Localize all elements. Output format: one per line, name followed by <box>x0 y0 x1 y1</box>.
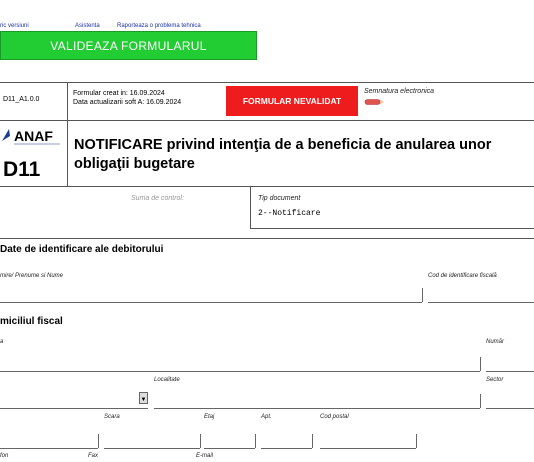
section-debtor-title: Date de identificare ale debitorului <box>0 244 164 255</box>
floor-label: Etaj <box>204 414 215 420</box>
link-history[interactable]: ric versiuni <box>0 23 29 29</box>
postal-code-field[interactable] <box>320 448 416 449</box>
updated-date: Data actualizarii soft A: 16.09.2024 <box>73 99 182 106</box>
anaf-logo: ANAF <box>2 128 60 145</box>
phone-label: fon <box>0 453 9 459</box>
name-label: mire/ Prenume si Nume <box>0 273 64 279</box>
sector-label: Sector <box>486 377 504 383</box>
signature-label: Semnatura electronica <box>364 88 435 95</box>
county-dropdown[interactable]: ▼ <box>139 392 148 404</box>
validate-form-button[interactable]: VALIDEAZA FORMULARUL <box>0 31 257 60</box>
form-status-badge: FORMULAR NEVALIDAT <box>226 86 358 116</box>
fax-label: Fax <box>88 453 99 459</box>
control-sum-label: Suma de control: <box>131 195 184 202</box>
pen-icon[interactable] <box>364 98 384 106</box>
doc-type-value[interactable]: 2--Notificare <box>258 209 320 218</box>
block-field[interactable] <box>0 448 98 449</box>
name-field[interactable] <box>0 302 422 303</box>
number-label: Număr <box>486 339 505 345</box>
doc-type-label: Tip document <box>258 195 301 202</box>
chevron-down-icon: ▼ <box>140 397 147 403</box>
locality-label: Localitate <box>154 377 180 383</box>
form-code: D11 <box>3 158 41 181</box>
cif-label: Cod de identificare fiscală <box>428 273 497 279</box>
street-label: a <box>0 339 4 345</box>
sector-field[interactable] <box>486 408 534 409</box>
staircase-label: Scara <box>104 414 120 420</box>
form-version: D11_A1.0.0 <box>3 96 40 103</box>
street-field[interactable] <box>0 371 480 372</box>
postal-code-label: Cod postal <box>320 414 349 420</box>
cif-field[interactable] <box>428 302 534 303</box>
number-field[interactable] <box>486 371 534 372</box>
apartment-label: Apt. <box>261 414 272 420</box>
email-label: E-mail <box>196 453 214 459</box>
floor-field[interactable] <box>204 448 255 449</box>
county-field[interactable] <box>0 408 148 409</box>
link-assistance[interactable]: Asistenta <box>75 23 100 29</box>
locality-field[interactable] <box>154 408 480 409</box>
page-title: NOTIFICARE privind intenţia de a benefic… <box>74 137 492 172</box>
created-date: Formular creat in: 16.09.2024 <box>73 90 165 97</box>
section-address-title: miciliul fiscal <box>0 316 63 327</box>
svg-text:ANAF: ANAF <box>14 128 53 144</box>
divider <box>0 82 534 83</box>
staircase-field[interactable] <box>104 448 200 449</box>
apartment-field[interactable] <box>261 448 312 449</box>
link-report-problem[interactable]: Raporteaza o problema tehnica <box>117 23 201 29</box>
